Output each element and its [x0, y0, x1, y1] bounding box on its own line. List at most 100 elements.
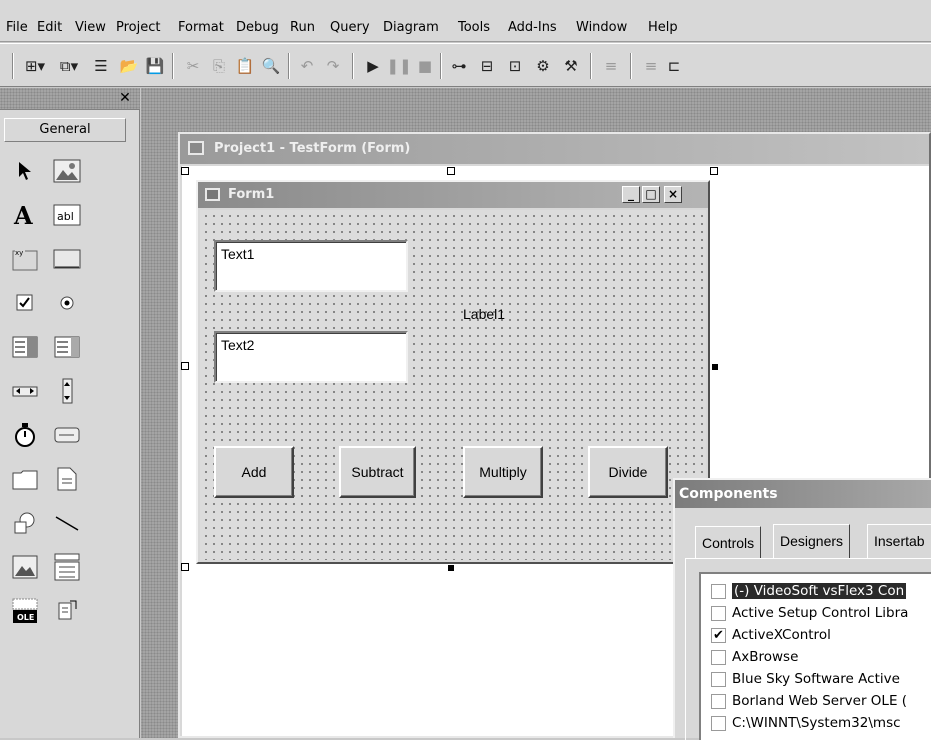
resize-handle-top-left[interactable]: [181, 167, 189, 175]
optionbutton-tool-icon[interactable]: [50, 286, 84, 320]
checkbox[interactable]: [711, 693, 726, 709]
dirlistbox-tool-icon[interactable]: [8, 462, 42, 496]
vscrollbar-tool-icon[interactable]: [50, 374, 84, 408]
list-item[interactable]: Blue Sky Software Active: [711, 668, 900, 690]
menu-diagram[interactable]: Diagram: [383, 20, 439, 35]
menu-edit[interactable]: Edit: [37, 20, 62, 35]
checkbox[interactable]: [711, 649, 726, 665]
subtract-button[interactable]: Subtract: [339, 446, 416, 498]
label1[interactable]: Label1: [463, 306, 505, 322]
custom-control-icon[interactable]: [50, 594, 84, 628]
add-button[interactable]: Add: [214, 446, 294, 498]
form-designer-titlebar[interactable]: Project1 - TestForm (Form): [180, 134, 929, 164]
combobox-tool-icon[interactable]: [8, 330, 42, 364]
menu-run[interactable]: Run: [290, 20, 315, 35]
menu-debug[interactable]: Debug: [236, 20, 279, 35]
menu-editor-icon[interactable]: ☰: [88, 54, 114, 78]
menu-view[interactable]: View: [75, 20, 106, 35]
image-tool-icon[interactable]: [8, 550, 42, 584]
project-explorer-icon[interactable]: ⊶: [446, 54, 472, 78]
list-item[interactable]: (-) VideoSoft vsFlex3 Con: [711, 580, 907, 602]
checkbox[interactable]: [711, 583, 726, 599]
menu-tools[interactable]: Tools: [458, 20, 490, 35]
visual-component-manager-icon[interactable]: ≡: [638, 54, 664, 78]
end-icon[interactable]: ■: [412, 54, 438, 78]
checkbox-checked[interactable]: ✔: [711, 627, 726, 643]
toolbar-grip: [12, 53, 14, 79]
divide-button[interactable]: Divide: [588, 446, 668, 498]
toolbox-icon[interactable]: ⚒: [558, 54, 584, 78]
components-titlebar[interactable]: Components: [675, 480, 931, 508]
minimize-button[interactable]: _: [622, 186, 640, 203]
text2-textbox[interactable]: Text2: [214, 331, 408, 383]
list-item[interactable]: Active Setup Control Libra: [711, 602, 908, 624]
data-tool-icon[interactable]: [50, 550, 84, 584]
checkbox-tool-icon[interactable]: [8, 286, 42, 320]
resize-handle-top-right[interactable]: [710, 167, 718, 175]
list-item-label: Active Setup Control Libra: [732, 605, 909, 621]
ole-tool-icon[interactable]: OLE: [8, 594, 42, 628]
resize-handle-right[interactable]: [712, 364, 718, 370]
undo-icon[interactable]: ↶: [294, 54, 320, 78]
toolbox-tab-general[interactable]: General: [4, 118, 126, 142]
textbox-tool-icon[interactable]: abl: [50, 198, 84, 232]
object-browser-icon[interactable]: ⚙: [530, 54, 556, 78]
tab-designers[interactable]: Designers: [773, 524, 851, 558]
overflow-icon[interactable]: ⊏: [664, 54, 684, 78]
add-form-icon[interactable]: ⧉▾: [54, 54, 84, 78]
picturebox-icon[interactable]: [50, 154, 84, 188]
maximize-button[interactable]: □: [642, 186, 660, 203]
resize-handle-bottom-left[interactable]: [181, 563, 189, 571]
listbox-tool-icon[interactable]: [50, 330, 84, 364]
break-icon[interactable]: ❚❚: [386, 54, 412, 78]
frame-tool-icon[interactable]: xy: [8, 242, 42, 276]
hscrollbar-tool-icon[interactable]: [8, 374, 42, 408]
multiply-button[interactable]: Multiply: [463, 446, 543, 498]
menu-add-ins[interactable]: Add-Ins: [508, 20, 557, 35]
close-icon[interactable]: ✕: [116, 90, 134, 106]
tab-insertable[interactable]: Insertab: [867, 524, 931, 558]
menu-project[interactable]: Project: [116, 20, 160, 35]
menu-format[interactable]: Format: [178, 20, 224, 35]
timer-tool-icon[interactable]: [8, 418, 42, 452]
checkbox[interactable]: [711, 605, 726, 621]
list-item[interactable]: C:\WINNT\System32\msc: [711, 712, 901, 734]
menu-query[interactable]: Query: [330, 20, 370, 35]
copy-icon[interactable]: ⎘: [206, 54, 232, 78]
pointer-icon[interactable]: [8, 154, 42, 188]
form-layout-icon[interactable]: ⊡: [502, 54, 528, 78]
save-project-icon[interactable]: 💾: [142, 54, 168, 78]
filelistbox-tool-icon[interactable]: [50, 462, 84, 496]
tab-controls[interactable]: Controls: [695, 526, 762, 558]
paste-icon[interactable]: 📋: [232, 54, 258, 78]
data-view-icon[interactable]: ≡: [598, 54, 624, 78]
list-item[interactable]: Borland Web Server OLE (: [711, 690, 907, 712]
resize-handle-bottom[interactable]: [448, 565, 454, 571]
start-icon[interactable]: ▶: [360, 54, 386, 78]
line-tool-icon[interactable]: [50, 506, 84, 540]
list-item[interactable]: ✔ ActiveXControl: [711, 624, 831, 646]
redo-icon[interactable]: ↷: [320, 54, 346, 78]
open-project-icon[interactable]: 📂: [116, 54, 142, 78]
shape-tool-icon[interactable]: [8, 506, 42, 540]
cut-icon[interactable]: ✂: [180, 54, 206, 78]
text1-textbox[interactable]: Text1: [214, 240, 408, 292]
resize-handle-top[interactable]: [447, 167, 455, 175]
list-item[interactable]: AxBrowse: [711, 646, 798, 668]
resize-handle-left[interactable]: [181, 362, 189, 370]
list-item-label: ActiveXControl: [732, 627, 831, 643]
form1-titlebar[interactable]: Form1 _ □ ×: [198, 182, 708, 208]
find-icon[interactable]: 🔍: [258, 54, 284, 78]
checkbox[interactable]: [711, 715, 726, 731]
add-project-icon[interactable]: ⊞▾: [20, 54, 50, 78]
form-designer-title: Project1 - TestForm (Form): [214, 141, 411, 156]
properties-window-icon[interactable]: ⊟: [474, 54, 500, 78]
menu-window[interactable]: Window: [576, 20, 627, 35]
commandbutton-tool-icon[interactable]: [50, 242, 84, 276]
label-tool-icon[interactable]: A: [8, 198, 42, 232]
menu-help[interactable]: Help: [648, 20, 678, 35]
drivelistbox-tool-icon[interactable]: [50, 418, 84, 452]
checkbox[interactable]: [711, 671, 726, 687]
menu-file[interactable]: File: [6, 20, 28, 35]
close-button[interactable]: ×: [664, 186, 682, 203]
